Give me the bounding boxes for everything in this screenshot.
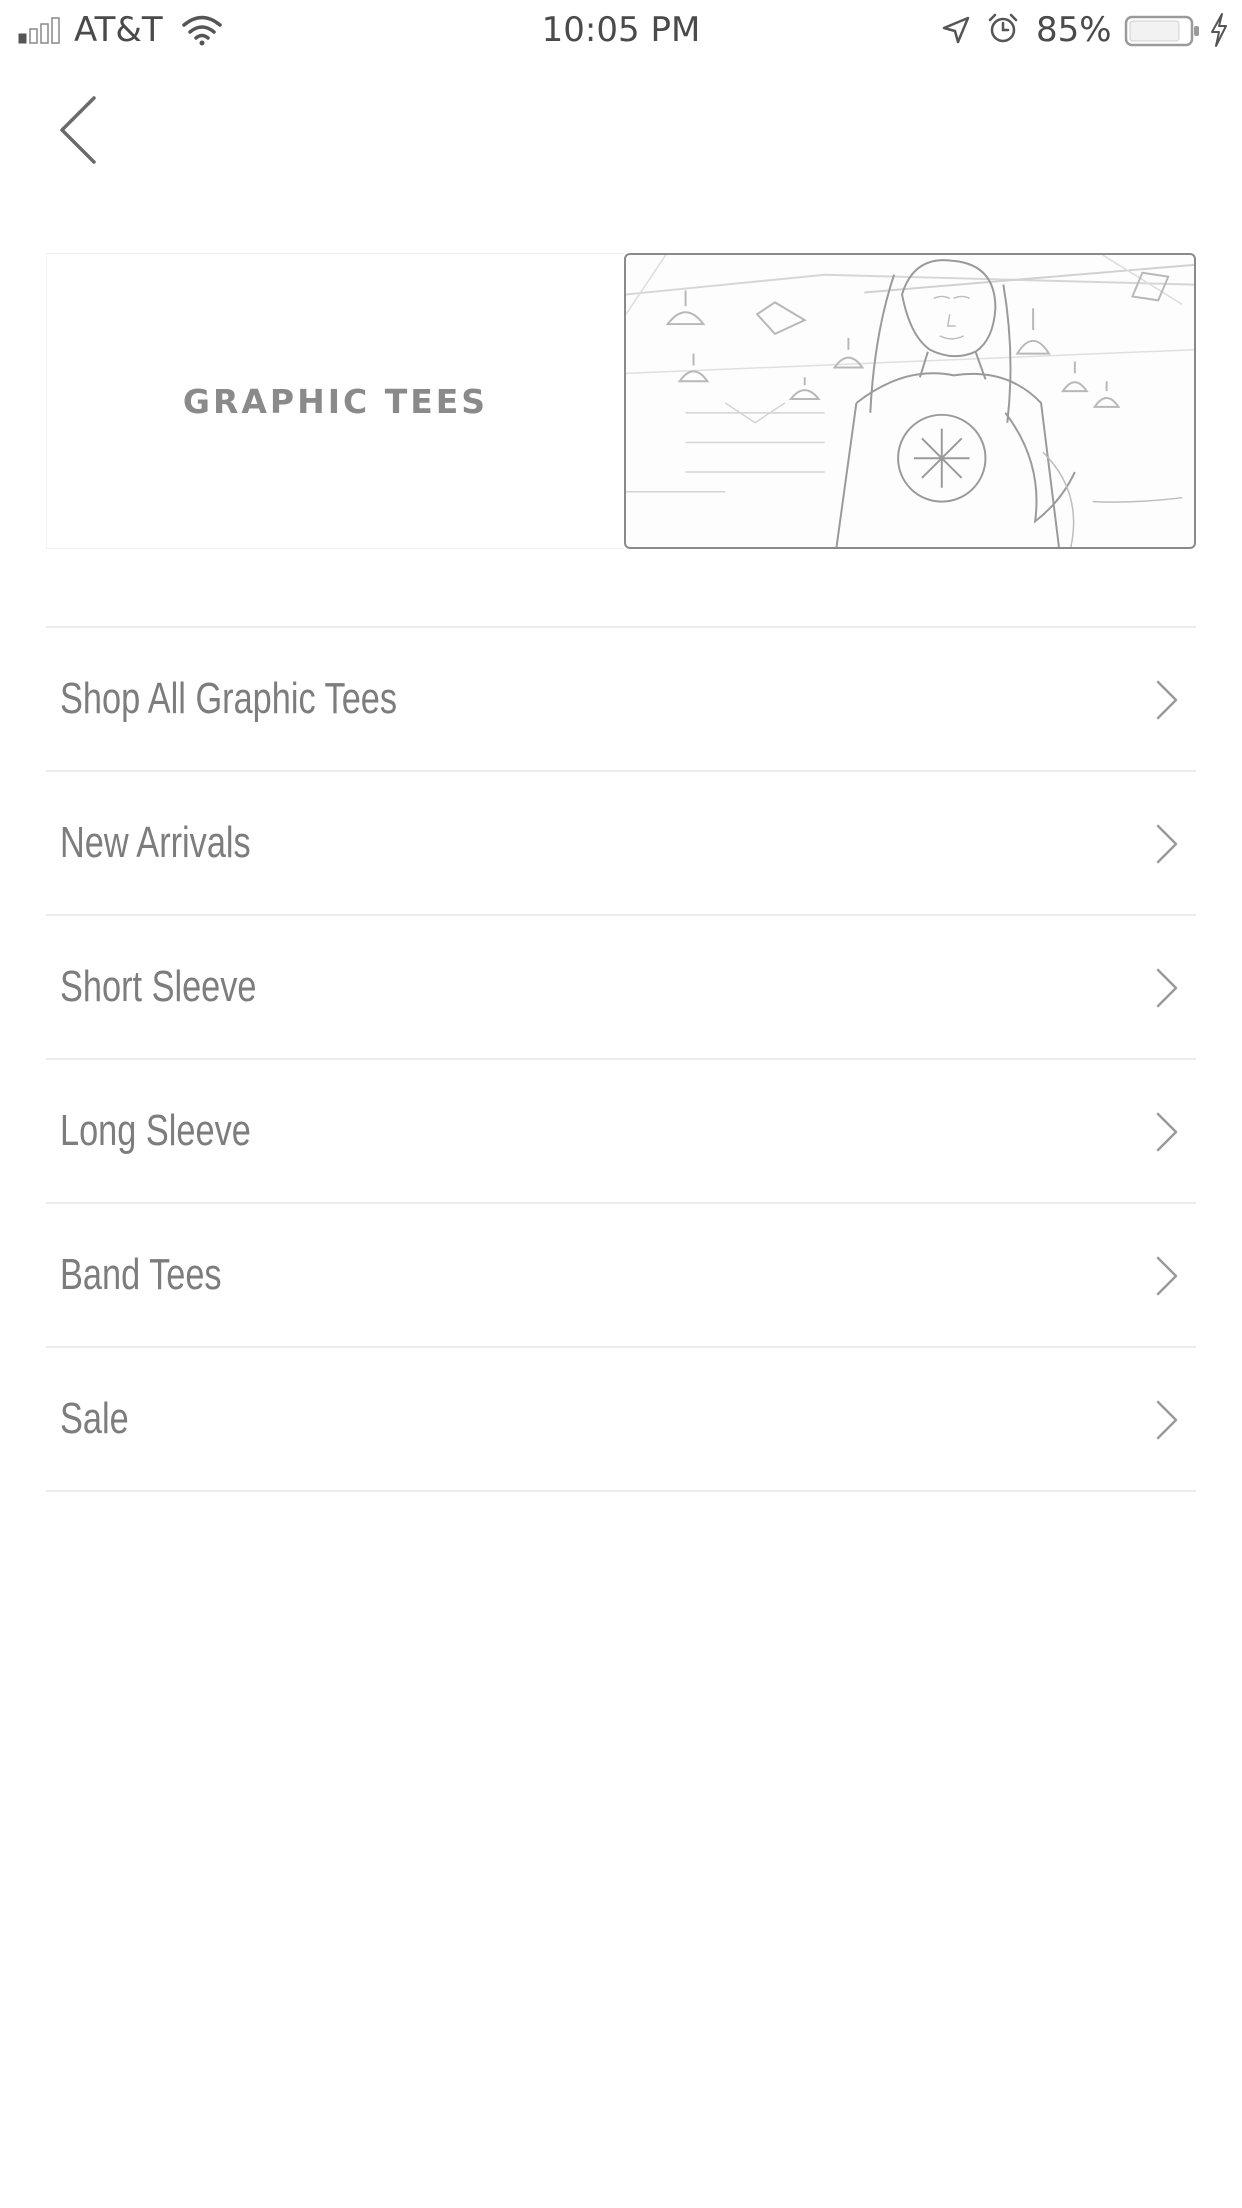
battery-percentage: 85% (1036, 10, 1112, 50)
menu-item-label: New Arrivals (60, 818, 251, 867)
menu-item-band-tees[interactable]: Band Tees (46, 1204, 1196, 1348)
charging-bolt-icon (1211, 13, 1227, 47)
menu-item-label: Sale (60, 1394, 129, 1443)
back-button[interactable] (44, 84, 116, 176)
chevron-right-icon (1156, 1256, 1178, 1296)
menu-item-new-arrivals[interactable]: New Arrivals (46, 772, 1196, 916)
menu-item-label: Short Sleeve (60, 962, 257, 1011)
category-banner[interactable]: GRAPHIC TEES (46, 253, 1196, 549)
chevron-right-icon (1156, 968, 1178, 1008)
alarm-clock-icon (988, 13, 1018, 43)
location-arrow-icon (942, 16, 970, 44)
menu-item-shop-all-graphic-tees[interactable]: Shop All Graphic Tees (46, 628, 1196, 772)
category-menu: Shop All Graphic Tees New Arrivals Short… (46, 626, 1196, 1492)
chevron-right-icon (1156, 680, 1178, 720)
menu-item-label: Band Tees (60, 1250, 222, 1299)
model-photo (626, 255, 1194, 547)
chevron-right-icon (1156, 824, 1178, 864)
status-bar: AT&T 10:05 PM 85% (0, 0, 1242, 60)
banner-text-panel: GRAPHIC TEES (46, 253, 624, 549)
menu-item-label: Long Sleeve (60, 1106, 251, 1155)
chevron-left-icon (60, 96, 96, 164)
banner-title: GRAPHIC TEES (182, 381, 489, 421)
menu-item-long-sleeve[interactable]: Long Sleeve (46, 1060, 1196, 1204)
menu-item-sale[interactable]: Sale (46, 1348, 1196, 1492)
chevron-right-icon (1156, 1112, 1178, 1152)
menu-item-label: Shop All Graphic Tees (60, 674, 398, 723)
banner-image (624, 253, 1196, 549)
battery-icon (1124, 15, 1199, 47)
chevron-right-icon (1156, 1400, 1178, 1440)
menu-item-short-sleeve[interactable]: Short Sleeve (46, 916, 1196, 1060)
